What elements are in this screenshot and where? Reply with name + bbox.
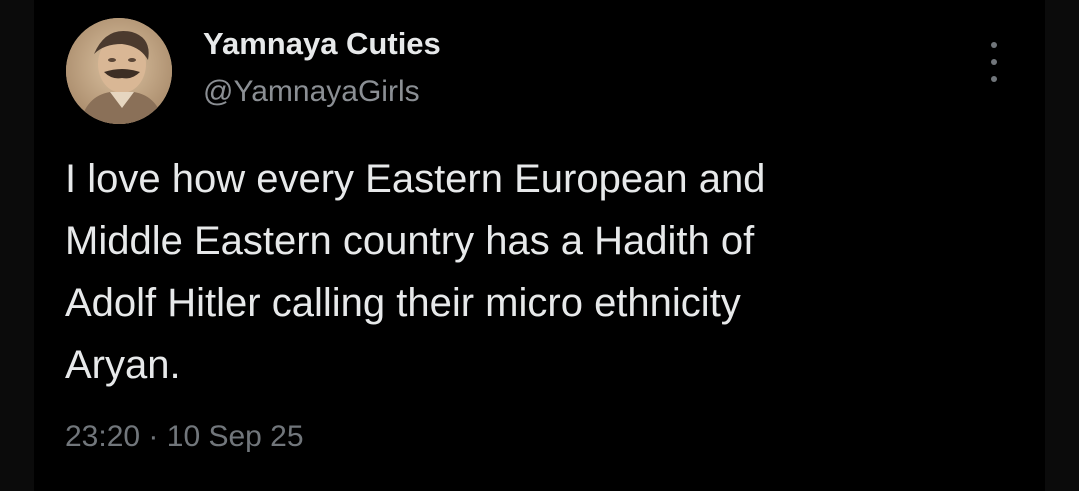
left-frame-edge: [0, 0, 34, 491]
timestamp-separator: ·: [148, 420, 159, 453]
right-frame-edge: [1045, 0, 1079, 491]
tweet-time: 23:20: [65, 420, 141, 453]
more-options-button[interactable]: [984, 42, 1004, 82]
display-name[interactable]: Yamnaya Cuties: [203, 26, 441, 62]
user-handle[interactable]: @YamnayaGirls: [203, 75, 420, 109]
tweet-card: Yamnaya Cuties @YamnayaGirls I love how …: [34, 0, 1045, 491]
avatar-portrait-icon: [66, 18, 172, 124]
tweet-text: I love how every Eastern European and Mi…: [65, 157, 766, 387]
avatar[interactable]: [66, 18, 172, 124]
more-vertical-icon: [991, 76, 997, 82]
tweet-timestamp[interactable]: 23:20 · 10 Sep 25: [65, 420, 304, 454]
more-vertical-icon: [991, 42, 997, 48]
tweet-date: 10 Sep 25: [166, 420, 304, 453]
more-vertical-icon: [991, 59, 997, 65]
